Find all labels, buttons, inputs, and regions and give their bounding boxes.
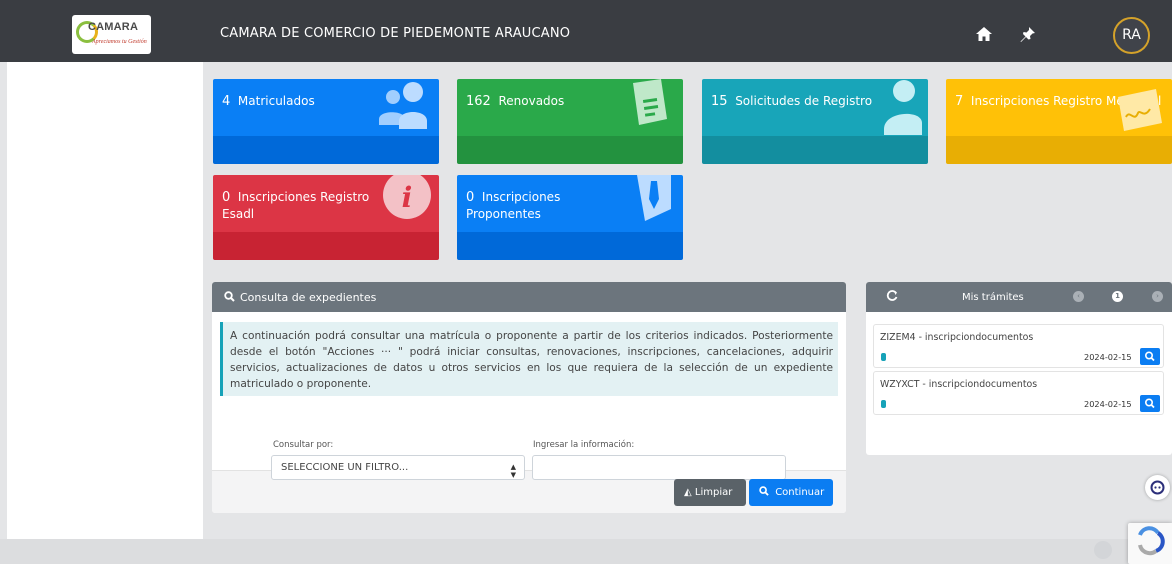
card-label: 4 Matriculados: [222, 94, 315, 109]
chat-icon: [1150, 480, 1165, 495]
card-esadl[interactable]: 0 Inscripciones Registro Esadl i: [213, 175, 439, 260]
filter-select[interactable]: SELECCIONE UN FILTRO... ▲ ▼: [271, 455, 525, 480]
select-caret-icon: ▲ ▼: [510, 463, 516, 479]
view-tramite-button[interactable]: [1140, 348, 1160, 365]
card-label: 162 Renovados: [466, 94, 565, 109]
tramite-name: WZYXCT - inscripciondocumentos: [880, 379, 1038, 390]
card-label: 0 Inscripciones Proponentes: [466, 190, 561, 221]
document-icon: [633, 79, 667, 125]
home-icon[interactable]: [975, 26, 993, 42]
tramites-panel: Mis trámites ‹ 1 › ZIZEM4 - inscripciond…: [866, 282, 1172, 455]
page-footer-strip: [0, 539, 1172, 564]
status-indicator: [881, 400, 886, 408]
id-tie-icon: [637, 175, 671, 221]
recaptcha-icon: [1138, 526, 1165, 556]
top-navbar: CAMARA Apreciamos tu Gestión CAMARA DE C…: [0, 0, 1172, 62]
user-icon: [884, 80, 922, 135]
list-item[interactable]: WZYXCT - inscripciondocumentos 2024-02-1…: [873, 371, 1164, 415]
info-alert: A continuación podrá consultar una matrí…: [220, 322, 838, 396]
sidebar: [7, 62, 203, 539]
info-input[interactable]: [532, 455, 786, 480]
pin-icon[interactable]: [1019, 26, 1037, 42]
consulta-header: Consulta de expedientes: [212, 282, 846, 312]
logo-word: CAMARA: [88, 21, 139, 33]
view-tramite-button[interactable]: [1140, 395, 1160, 412]
list-item[interactable]: ZIZEM4 - inscripciondocumentos 2024-02-1…: [873, 324, 1164, 368]
user-avatar[interactable]: RA: [1113, 17, 1150, 54]
refresh-icon[interactable]: [886, 290, 898, 302]
recaptcha-badge[interactable]: [1128, 523, 1172, 564]
search-icon: [1145, 398, 1155, 409]
svg-text:i: i: [402, 181, 413, 214]
camara-logo[interactable]: CAMARA Apreciamos tu Gestión: [72, 15, 151, 54]
signature-icon: [1118, 89, 1162, 131]
page-title: CAMARA DE COMERCIO DE PIEDEMONTE ARAUCAN…: [220, 26, 571, 41]
card-proponentes[interactable]: 0 Inscripciones Proponentes: [457, 175, 683, 260]
filter-label: Consultar por:: [273, 440, 334, 450]
logo-tagline: Apreciamos tu Gestión: [92, 39, 147, 45]
next-page-icon[interactable]: ›: [1152, 291, 1163, 302]
tramite-date: 2024-02-15: [1084, 399, 1132, 409]
card-matriculados[interactable]: 4 Matriculados: [213, 79, 439, 164]
card-label: 0 Inscripciones Registro Esadl: [222, 190, 370, 221]
filter-select-value: SELECCIONE UN FILTRO...: [281, 462, 409, 473]
users-icon: [379, 82, 427, 129]
tramites-header: Mis trámites ‹ 1 ›: [866, 282, 1172, 312]
search-icon: [224, 291, 235, 302]
card-renovados[interactable]: 162 Renovados: [457, 79, 683, 164]
search-icon: [1145, 351, 1155, 362]
status-indicator: [881, 353, 886, 361]
consulta-title: Consulta de expedientes: [240, 291, 377, 304]
current-page[interactable]: 1: [1112, 291, 1123, 302]
clear-button[interactable]: ◭ Limpiar: [674, 479, 746, 506]
card-solicitudes[interactable]: 15 Solicitudes de Registro: [702, 79, 928, 164]
tramite-date: 2024-02-15: [1084, 352, 1132, 362]
ghost-indicator: [1094, 541, 1112, 559]
continue-button[interactable]: Continuar: [749, 479, 833, 506]
tramites-title: Mis trámites: [962, 292, 1024, 303]
info-icon: i: [383, 175, 431, 219]
prev-page-icon[interactable]: ‹: [1073, 291, 1084, 302]
search-icon: [759, 486, 769, 496]
tramite-name: ZIZEM4 - inscripciondocumentos: [880, 332, 1034, 343]
chat-widget-button[interactable]: [1145, 475, 1170, 500]
input-label: Ingresar la información:: [533, 440, 635, 450]
eraser-icon: ◭: [684, 487, 692, 498]
card-mercantil[interactable]: 7 Inscripciones Registro Mercantil: [946, 79, 1172, 164]
